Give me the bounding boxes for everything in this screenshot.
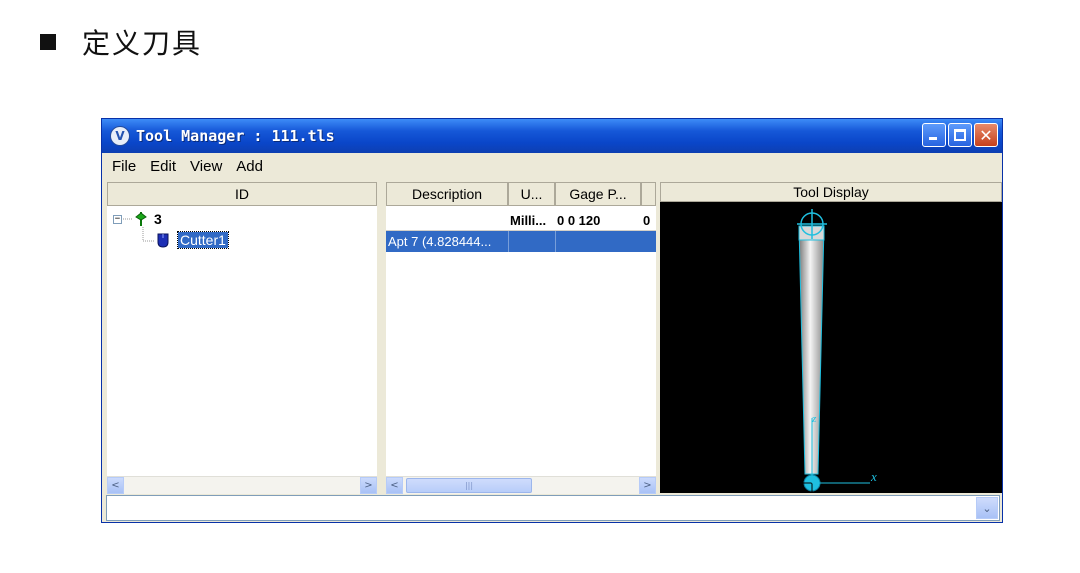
cell-gage-point: 0 0 120 [557,213,601,228]
minimize-icon [929,137,937,140]
cell-description: Apt 7 (4.828444... [388,234,492,249]
axis-z-label: z [811,413,817,425]
app-logo-icon[interactable]: V [110,126,130,146]
pane-splitter[interactable] [378,182,385,493]
menu-edit[interactable]: Edit [143,158,183,175]
col-header-units[interactable]: U... [508,182,555,206]
bottom-combo-bar[interactable]: ⌄ [106,495,1000,521]
column-divider [555,231,556,252]
menu-file[interactable]: File [102,158,143,175]
table-row[interactable]: Milli... 0 0 120 0 [386,210,656,231]
table-hscrollbar[interactable]: < ||| > [386,476,656,494]
tool-table-pane[interactable]: Description U... Gage P... Milli... 0 0 … [386,182,656,494]
cutter-icon [157,233,169,248]
id-tree-pane[interactable]: ID − 3 Cutter1 < > [107,182,377,494]
thumb-grip-icon: ||| [464,481,474,490]
table-row-selected[interactable]: Apt 7 (4.828444... [386,231,656,252]
heading-text: 定义刀具 [82,27,203,60]
axis-x-label: x [870,469,877,484]
col-header-description[interactable]: Description [386,182,508,206]
maximize-button[interactable] [948,123,972,147]
menu-view[interactable]: View [183,158,229,175]
id-pane-hscrollbar[interactable]: < > [107,476,377,494]
tool-preview-graphic: x z [797,209,877,493]
cell-extra: 0 [643,213,651,228]
close-button[interactable]: ✕ [974,123,998,147]
close-icon: ✕ [979,125,993,145]
cell-units: Milli... [510,213,547,228]
column-divider [508,231,509,252]
slide-heading: 定义刀具 [40,24,202,60]
scroll-right-button[interactable]: > [360,477,377,494]
chevron-down-icon[interactable]: ⌄ [976,497,998,519]
scroll-thumb[interactable]: ||| [406,478,532,493]
tool-manager-window: V Tool Manager : 111.tls ✕ File Edit Vie… [101,118,1003,523]
window-title: Tool Manager : 111.tls [136,127,335,145]
tool-display-header: Tool Display [660,182,1002,202]
scroll-right-button[interactable]: > [639,477,656,494]
scroll-left-button[interactable]: < [107,477,124,494]
col-header-extra[interactable] [641,182,656,206]
axis-triad: x z [811,413,877,484]
title-bar[interactable]: V Tool Manager : 111.tls ✕ [102,119,1002,153]
square-bullet-icon [40,34,56,50]
menu-bar: File Edit View Add [102,153,1002,179]
minimize-button[interactable] [922,123,946,147]
tree-node-cutter[interactable]: Cutter1 [157,231,229,249]
tool-display-viewport[interactable]: x z [660,202,1002,493]
cutter-label[interactable]: Cutter1 [177,231,229,249]
window-controls: ✕ [922,123,998,147]
menu-add[interactable]: Add [229,158,270,175]
maximize-icon [954,129,966,141]
col-header-gage-point[interactable]: Gage P... [555,182,641,206]
scroll-left-button[interactable]: < [386,477,403,494]
